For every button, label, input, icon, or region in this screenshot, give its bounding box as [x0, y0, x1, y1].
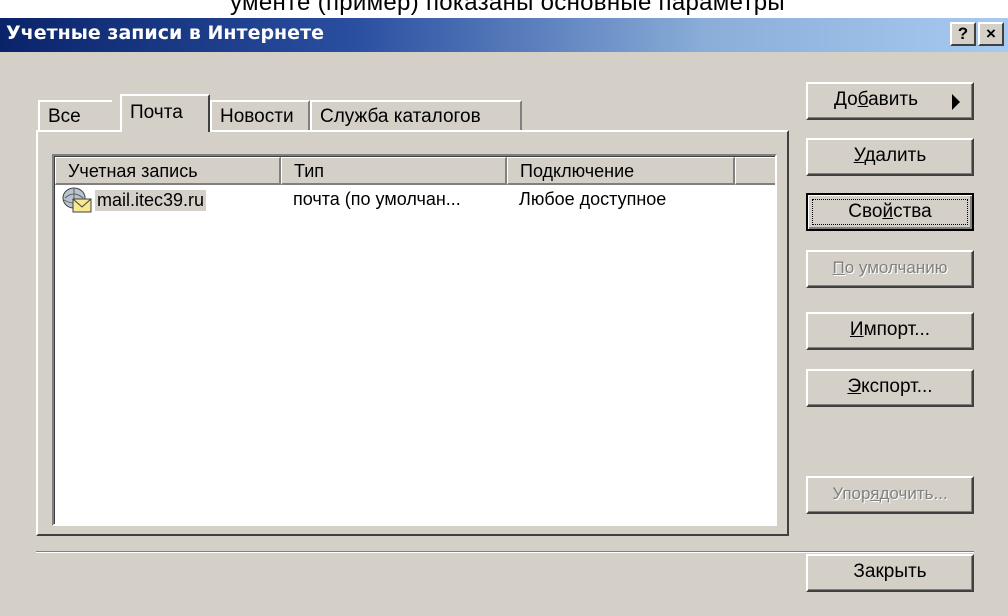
delete-button[interactable]: Удалить — [806, 138, 974, 176]
order-button[interactable]: Упорядочить... — [806, 476, 974, 514]
order-button-label: Упорядочить... — [832, 484, 947, 503]
order-button-mnemonic: я — [870, 484, 880, 503]
help-icon: ? — [957, 24, 969, 43]
properties-button[interactable]: Свойства — [806, 193, 974, 231]
account-row[interactable]: mail.itec39.ru — [61, 185, 207, 215]
background-document-text: ументе (пример) показаны основные параме… — [230, 0, 785, 16]
delete-button-label-post: далить — [864, 145, 927, 166]
accounts-list[interactable]: Учетная запись Тип Подключение mail.itec… — [52, 154, 777, 526]
accounts-list-inner: Учетная запись Тип Подключение mail.itec… — [54, 156, 775, 524]
internet-accounts-dialog: Учетные записи в Интернете ? × Все Почта… — [0, 18, 1008, 616]
account-connection: Любое доступное — [519, 189, 667, 209]
add-button-mnemonic: б — [857, 89, 869, 110]
order-button-label-post: дочить... — [879, 484, 948, 503]
export-button[interactable]: Экспорт... — [806, 369, 974, 407]
set-default-button-label-post: о умолчанию — [844, 258, 948, 277]
column-header-account[interactable]: Учетная запись — [55, 157, 281, 185]
background-document-strip: ументе (пример) показаны основные параме… — [0, 0, 1008, 18]
submenu-arrow-icon — [952, 94, 960, 110]
add-button-label-post: авить — [868, 89, 918, 110]
close-button-label: Закрыть — [853, 561, 927, 582]
properties-button-label: Свойства — [812, 199, 968, 225]
order-button-label-pre: Упор — [832, 484, 871, 503]
separator-line — [36, 551, 974, 553]
export-button-mnemonic: Э — [847, 376, 862, 397]
account-name: mail.itec39.ru — [95, 189, 207, 211]
set-default-button-label: По умолчанию — [833, 258, 948, 277]
column-header-account-label: Учетная запись — [68, 161, 198, 181]
close-window-button[interactable]: × — [978, 22, 1004, 46]
window-title: Учетные записи в Интернете — [6, 22, 324, 44]
properties-button-label-pre: Сво — [848, 201, 883, 222]
tab-panel-mail: Учетная запись Тип Подключение mail.itec… — [36, 130, 789, 536]
properties-button-mnemonic: й — [882, 201, 894, 222]
tab-all[interactable]: Все — [38, 100, 112, 130]
column-header-connection[interactable]: Подключение — [507, 157, 735, 185]
properties-button-label-post: ства — [893, 201, 932, 222]
export-button-label-post: кспорт... — [861, 376, 933, 397]
export-button-label: Экспорт... — [847, 376, 932, 397]
import-button-label: Импорт... — [850, 319, 930, 340]
tab-mail-label: Почта — [130, 102, 183, 123]
close-button[interactable]: Закрыть — [806, 554, 974, 592]
import-button-mnemonic: И — [849, 319, 864, 340]
add-button[interactable]: Добавить — [806, 82, 974, 120]
tab-mail[interactable]: Почта — [120, 94, 210, 132]
mail-account-icon — [61, 186, 93, 214]
column-header-connection-label: Подключение — [520, 161, 635, 181]
column-header-empty[interactable] — [735, 157, 775, 185]
column-header-type-label: Тип — [294, 161, 325, 181]
tab-all-label: Все — [48, 106, 81, 127]
tab-directory-service-label: Служба каталогов — [320, 106, 481, 127]
tab-directory-service[interactable]: Служба каталогов — [310, 100, 522, 130]
set-default-button-mnemonic: П — [832, 258, 845, 277]
delete-button-mnemonic: У — [853, 145, 865, 166]
tab-news[interactable]: Новости — [210, 100, 310, 130]
set-default-button[interactable]: По умолчанию — [806, 250, 974, 288]
import-button-label-post: мпорт... — [863, 319, 931, 340]
column-header-type[interactable]: Тип — [281, 157, 507, 185]
add-button-label: Добавить — [834, 89, 918, 110]
tab-news-label: Новости — [220, 106, 294, 127]
delete-button-label: Удалить — [854, 145, 927, 166]
account-type: почта (по умолчан... — [293, 189, 461, 209]
title-bar[interactable]: Учетные записи в Интернете ? × — [0, 18, 1008, 52]
import-button[interactable]: Импорт... — [806, 312, 974, 350]
help-button[interactable]: ? — [950, 22, 976, 46]
close-icon: × — [986, 24, 996, 43]
add-button-label-pre: До — [834, 89, 858, 110]
